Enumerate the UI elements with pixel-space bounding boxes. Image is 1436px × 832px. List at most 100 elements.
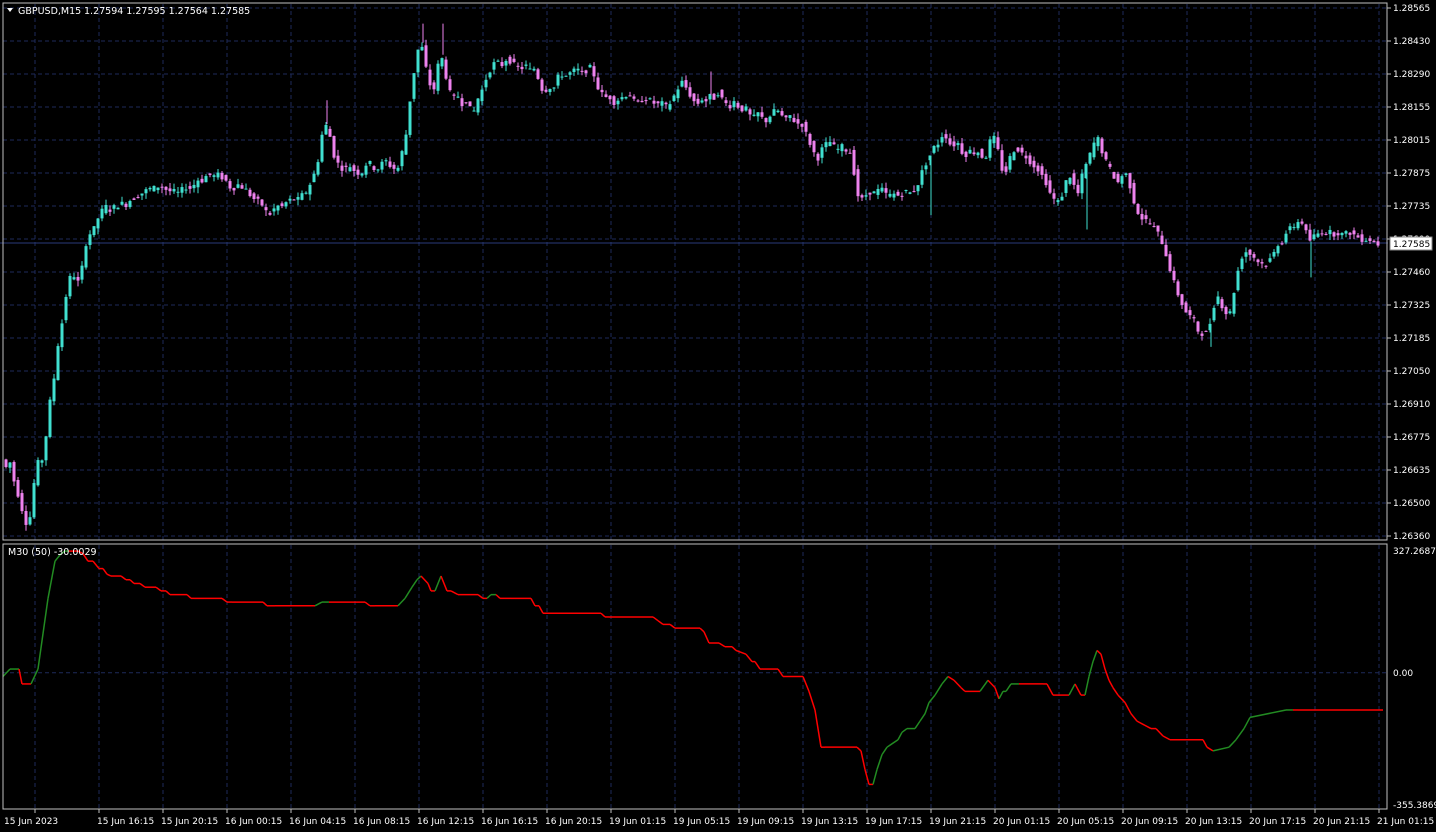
candle-body	[528, 68, 532, 70]
candle-body	[932, 145, 936, 153]
candle-body	[688, 87, 692, 97]
candle-body	[40, 460, 44, 463]
candle-body	[1000, 150, 1004, 171]
candle-body	[344, 165, 348, 167]
candle-body	[1312, 234, 1316, 240]
candle-body	[604, 94, 608, 97]
candle-body	[884, 188, 888, 193]
candle-body	[1228, 311, 1232, 314]
candle-body	[696, 98, 700, 104]
candle-body	[124, 203, 128, 208]
candle-body	[248, 189, 252, 197]
candle-body	[268, 212, 272, 215]
candle-body	[944, 134, 948, 139]
candle-body	[12, 462, 16, 482]
candle-body	[740, 105, 744, 112]
candle-body	[516, 65, 520, 67]
candle-body	[460, 98, 464, 107]
candle-body	[32, 483, 36, 518]
indicator-tick-label: -355.3869	[1393, 801, 1436, 811]
x-tick-label: 16 Jun 16:15	[481, 817, 538, 827]
candle-body	[376, 169, 380, 171]
candle-body	[1164, 244, 1168, 257]
candle-body	[856, 169, 860, 197]
candle-body	[1136, 204, 1140, 214]
candle-body	[676, 89, 680, 99]
x-tick-label: 16 Jun 20:15	[545, 817, 602, 827]
candle-body	[1372, 240, 1376, 243]
candle-body	[148, 187, 152, 190]
x-tick-label: 20 Jun 17:15	[1249, 817, 1306, 827]
candle-body	[632, 96, 636, 99]
candle-body	[836, 148, 840, 150]
candle-body	[240, 185, 244, 189]
candle-body	[332, 135, 336, 158]
candle-body	[312, 173, 316, 183]
indicator-title: M30 (50) -30.0029	[8, 547, 97, 558]
candle-body	[220, 173, 224, 180]
candle-body	[472, 110, 476, 112]
candle-body	[1008, 156, 1012, 170]
y-tick-label: 1.26775	[1393, 433, 1430, 443]
candle-body	[8, 462, 12, 468]
candle-body	[388, 161, 392, 167]
candle-body	[316, 162, 320, 175]
candle-body	[980, 148, 984, 158]
candle-body	[824, 142, 828, 148]
candle-body	[1252, 254, 1256, 258]
candle-body	[1148, 223, 1152, 225]
candle-body	[1124, 173, 1128, 175]
candle-body	[712, 93, 716, 100]
candle-body	[908, 192, 912, 194]
candle-body	[588, 64, 592, 68]
candle-body	[1288, 226, 1292, 231]
candle-body	[964, 151, 968, 158]
candle-body	[24, 510, 28, 525]
candle-body	[356, 169, 360, 175]
candle-body	[496, 60, 500, 62]
candle-body	[656, 101, 660, 104]
candle-body	[372, 166, 376, 170]
candle-body	[1128, 173, 1132, 189]
y-tick-label: 1.27460	[1393, 268, 1430, 278]
candle-body	[276, 205, 280, 211]
candle-body	[540, 79, 544, 91]
candle-body	[872, 191, 876, 194]
candle-body	[172, 188, 176, 192]
x-tick-label: 16 Jun 04:15	[289, 817, 346, 827]
candle-body	[952, 141, 956, 147]
candle-body	[684, 80, 688, 88]
y-tick-label: 1.26910	[1393, 400, 1430, 410]
candle-body	[1036, 165, 1040, 172]
candle-body	[1376, 241, 1380, 246]
candle-body	[288, 198, 292, 201]
x-tick-label: 19 Jun 13:15	[801, 817, 858, 827]
candle-body	[176, 191, 180, 193]
candle-body	[624, 97, 628, 99]
y-tick-label: 1.28290	[1393, 70, 1430, 80]
x-tick-label: 19 Jun 17:15	[865, 817, 922, 827]
candle-body	[1192, 317, 1196, 319]
candle-body	[64, 296, 68, 321]
candle-body	[428, 69, 432, 86]
candle-body	[728, 105, 732, 109]
candle-body	[412, 73, 416, 99]
candle-body	[1268, 258, 1272, 262]
candle-body	[512, 58, 516, 62]
candle-body	[468, 101, 472, 107]
x-tick-label: 21 Jun 01:15	[1377, 817, 1434, 827]
candle-body	[1096, 137, 1100, 147]
candle-body	[440, 58, 444, 67]
candle-body	[1336, 233, 1340, 236]
candle-body	[1060, 196, 1064, 201]
candle-body	[256, 196, 260, 199]
candle-body	[1108, 163, 1112, 167]
candle-body	[868, 192, 872, 195]
candle-body	[1016, 147, 1020, 152]
candle-body	[116, 207, 120, 210]
candle-body	[484, 79, 488, 88]
candle-body	[560, 76, 564, 78]
candle-body	[900, 195, 904, 197]
chart-window[interactable]: GBPUSD,M15 1.27594 1.27595 1.27564 1.275…	[0, 0, 1436, 832]
candle-body	[1240, 258, 1244, 269]
